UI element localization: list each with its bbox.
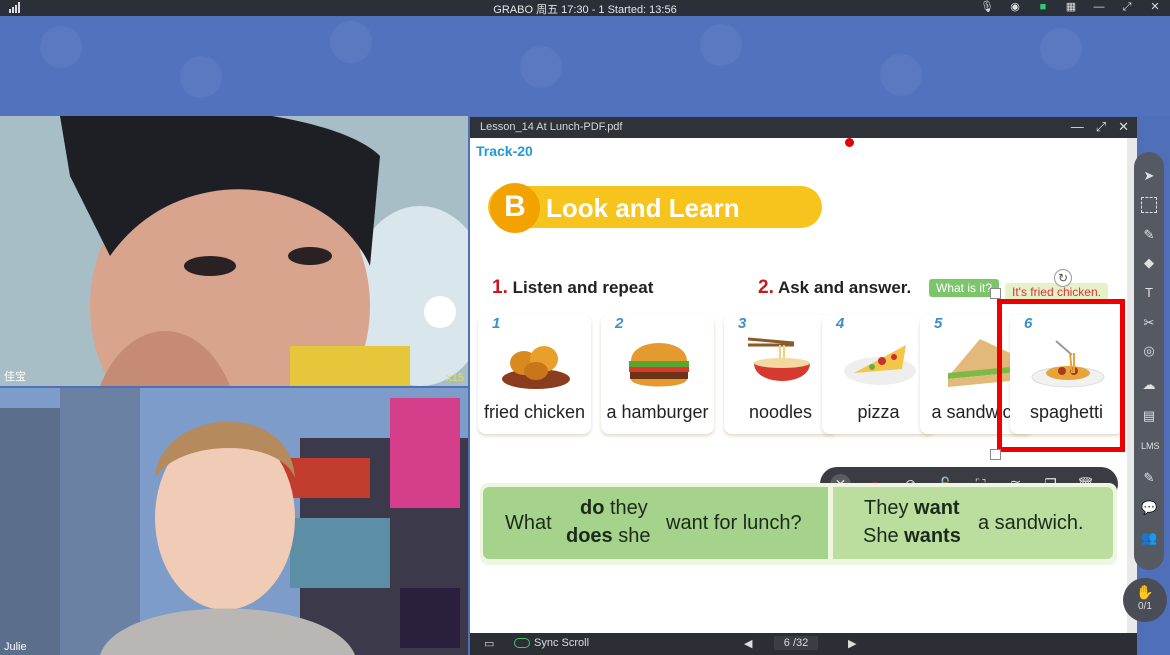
section-listen: 1. Listen and repeat (492, 277, 653, 299)
trophy-badge: x15 (446, 372, 464, 384)
word-does-she: does she (566, 525, 651, 548)
toolbox-icon[interactable]: ▤ (1141, 408, 1157, 424)
card-label: fried chicken (483, 402, 586, 422)
sentence-strip: What do they does she want for lunch? Th… (480, 483, 1117, 565)
page-total: /32 (792, 637, 809, 649)
grid-icon[interactable]: ▦ (1064, 1, 1078, 14)
next-page-icon[interactable]: ▶ (848, 637, 856, 650)
toggle-icon (514, 638, 530, 648)
camera-icon[interactable]: ◉ (1008, 1, 1022, 14)
sync-scroll-toggle[interactable]: Sync Scroll (514, 637, 589, 649)
card-number: 1 (492, 315, 501, 332)
text-icon[interactable]: T (1141, 285, 1157, 301)
pdf-filename: Lesson_14 At Lunch-PDF.pdf (480, 121, 623, 133)
minimize-icon[interactable]: — (1071, 119, 1084, 135)
teacher-video[interactable]: Julie (0, 388, 468, 655)
pdf-footer: ▭ Sync Scroll ◀ 6 /32 ▶ (470, 633, 1137, 655)
section-2-number: 2. (758, 277, 774, 298)
word-what: What (505, 512, 552, 534)
pdf-title-bar: Lesson_14 At Lunch-PDF.pdf — ⤢ ✕ (470, 117, 1137, 138)
section-ask: 2. Ask and answer. (758, 277, 911, 299)
banner-letter: B (490, 183, 540, 233)
word-she: She (863, 525, 899, 547)
fried-chicken-image (502, 346, 570, 389)
counter-value: 0/1 (1138, 601, 1152, 612)
word-does: does (566, 525, 613, 547)
eraser-icon[interactable]: ◆ (1141, 255, 1157, 271)
background-pattern (0, 16, 1170, 116)
sidebar-toggle-icon[interactable]: ▭ (484, 637, 494, 650)
question-chip: What is it? (929, 279, 1000, 297)
edit-icon[interactable]: ✎ (1141, 470, 1157, 486)
student-video[interactable]: 佳宝 x15 (0, 116, 468, 386)
page-current: 6 (783, 637, 790, 649)
food-card-1: 1 fried chicken (478, 315, 591, 434)
pointer-dot (845, 138, 854, 147)
look-and-learn-banner: B Look and Learn (488, 183, 822, 233)
pen-icon[interactable]: ✎ (1141, 227, 1157, 243)
top-bar: GRABO 周五 17:30 - 1 Started: 13:56 🎙 ◉ ■ … (0, 0, 1170, 16)
word-wants: wants (904, 525, 961, 547)
section-2-text: Ask and answer. (777, 278, 912, 297)
pdf-window: Lesson_14 At Lunch-PDF.pdf — ⤢ ✕ Track-2… (470, 117, 1137, 655)
scissors-icon[interactable]: ✂ (1141, 315, 1157, 331)
shapes-icon[interactable]: ◎ (1141, 343, 1157, 359)
page-indicator[interactable]: 6 /32 (774, 636, 818, 650)
cloud-icon[interactable]: ☁ (1141, 377, 1157, 393)
track-label: Track-20 (476, 143, 533, 159)
food-card-2: 2 a hamburger (601, 315, 714, 434)
section-1-text: Listen and repeat (512, 278, 654, 297)
student-name: 佳宝 (4, 371, 26, 383)
lms-icon[interactable]: LMS (1141, 438, 1160, 454)
minimize-icon[interactable]: — (1092, 1, 1106, 14)
word-they: they (610, 497, 648, 519)
noodles-image (747, 337, 810, 381)
users-icon[interactable]: 👥 (1141, 530, 1157, 546)
teacher-name: Julie (4, 641, 27, 653)
pdf-page[interactable]: Track-20 B Look and Learn 1. Listen and … (470, 138, 1127, 633)
word-they-want: They want (864, 497, 960, 520)
mic-icon[interactable]: 🎙 (980, 1, 994, 14)
word-she: she (618, 525, 651, 547)
raise-hand-counter[interactable]: ✋ 0/1 (1123, 578, 1167, 622)
card-label: noodles (748, 402, 813, 422)
pizza-image (844, 345, 916, 385)
maximize-icon[interactable]: ⤢ (1120, 1, 1134, 14)
hamburger-image (629, 343, 689, 387)
food-card-3: 3 noodles (724, 315, 837, 434)
cursor-icon[interactable]: ➤ (1141, 168, 1157, 184)
card-label: a hamburger (606, 402, 709, 422)
chat-icon[interactable]: 💬 (1141, 500, 1157, 516)
card-number: 3 (738, 315, 747, 332)
resize-handle[interactable] (990, 449, 1001, 460)
chat-icon[interactable]: ■ (1036, 1, 1050, 14)
close-icon[interactable]: ✕ (1148, 1, 1162, 14)
select-icon[interactable] (1141, 197, 1157, 213)
rotate-icon[interactable]: ↻ (1054, 269, 1072, 287)
word-do-they: do they (580, 497, 648, 520)
word-they: They (864, 497, 909, 519)
resize-handle[interactable] (990, 288, 1001, 299)
card-label: pizza (857, 402, 900, 422)
close-icon[interactable]: ✕ (1118, 119, 1129, 135)
expand-icon[interactable]: ⤢ (1096, 119, 1106, 135)
word-a-sandwich: a sandwich. (978, 512, 1084, 534)
prev-page-icon[interactable]: ◀ (744, 637, 752, 650)
banner-title: Look and Learn (546, 193, 740, 223)
sync-scroll-label: Sync Scroll (534, 637, 590, 649)
annotation-rectangle[interactable] (997, 299, 1125, 452)
right-toolbar: ➤ ✎ ◆ T ✂ ◎ ☁ ▤ LMS ✎ 💬 👥 (1134, 152, 1164, 570)
card-number: 5 (934, 315, 943, 332)
word-want: want (914, 497, 960, 519)
student-video-image (0, 116, 468, 386)
card-number: 2 (615, 315, 624, 332)
word-want-lunch: want for lunch? (666, 512, 802, 534)
card-number: 4 (836, 315, 845, 332)
food-card-4: 4 pizza (822, 315, 935, 434)
section-1-number: 1. (492, 277, 508, 298)
word-do: do (580, 497, 605, 519)
word-she-wants: She wants (863, 525, 961, 548)
teacher-video-image (0, 388, 468, 655)
hand-icon: ✋ (1136, 584, 1154, 600)
